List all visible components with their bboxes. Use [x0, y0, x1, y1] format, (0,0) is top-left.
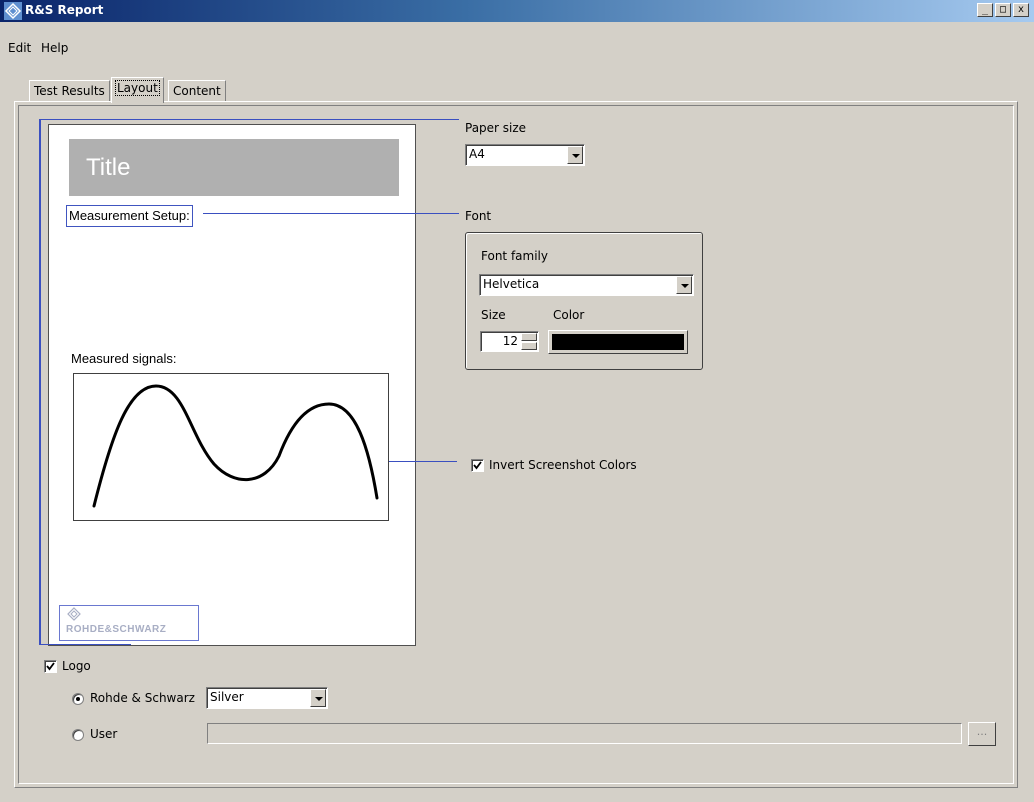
leader-line [39, 644, 131, 645]
checkmark-icon [46, 662, 55, 671]
spin-down-button[interactable] [521, 342, 537, 350]
rohde-schwarz-radio[interactable] [72, 693, 84, 705]
leader-line [389, 461, 457, 462]
tab-label: Test Results [34, 84, 105, 98]
preview-title: Title [86, 154, 131, 181]
tab-test-results[interactable]: Test Results [29, 80, 110, 102]
font-family-value: Helvetica [483, 277, 540, 291]
browse-button[interactable]: ... [968, 722, 996, 746]
tab-label: Content [173, 84, 221, 98]
font-family-select[interactable]: Helvetica [479, 274, 694, 296]
logo-variant-value: Silver [210, 690, 244, 704]
menu-help[interactable]: Help [41, 41, 68, 55]
logo-label: Logo [62, 659, 91, 673]
leader-line [39, 119, 41, 645]
user-logo-path-field[interactable] [207, 723, 962, 744]
app-icon [4, 2, 22, 20]
rohde-schwarz-logo-icon [67, 607, 81, 621]
checkmark-icon [473, 461, 482, 470]
preview-measurement-setup[interactable]: Measurement Setup: [66, 205, 193, 227]
signal-curve [92, 384, 379, 508]
font-color-button[interactable] [548, 330, 688, 354]
paper-size-select[interactable]: A4 [465, 144, 585, 166]
minimize-button[interactable]: _ [977, 3, 993, 17]
window-titlebar[interactable] [0, 0, 1034, 22]
font-section-label: Font [465, 209, 492, 223]
invert-colors-label: Invert Screenshot Colors [489, 458, 637, 472]
preview-logo-text: ROHDE&SCHWARZ [66, 624, 167, 635]
font-size-value: 12 [502, 334, 518, 348]
logo-checkbox[interactable] [44, 660, 57, 673]
paper-size-label: Paper size [465, 121, 527, 135]
spinner-buttons [521, 333, 537, 350]
tab-content[interactable]: Content [168, 80, 226, 102]
tab-label: Layout [115, 80, 160, 96]
font-size-label: Size [481, 308, 506, 322]
user-logo-label: User [90, 727, 118, 741]
menu-edit[interactable]: Edit [8, 41, 31, 55]
tab-layout[interactable]: Layout [111, 77, 164, 103]
preview-measured-signals: Measured signals: [71, 351, 177, 366]
rohde-schwarz-label: Rohde & Schwarz [90, 691, 195, 705]
spin-up-button[interactable] [521, 333, 537, 341]
user-logo-radio[interactable] [72, 729, 84, 741]
invert-colors-checkbox[interactable] [471, 459, 484, 472]
menu-bar [0, 22, 1034, 58]
maximize-button[interactable]: □ [995, 3, 1011, 17]
font-size-spinner[interactable]: 12 [480, 331, 539, 352]
window-title: R&S Report [25, 3, 104, 17]
leader-line [39, 119, 459, 120]
chevron-down-icon[interactable] [567, 146, 583, 164]
logo-variant-select[interactable]: Silver [206, 687, 328, 709]
paper-size-value: A4 [469, 147, 485, 161]
font-family-label: Font family [481, 249, 548, 263]
chevron-down-icon[interactable] [310, 689, 326, 707]
close-button[interactable]: x [1013, 3, 1029, 17]
preview-signal-plot[interactable] [73, 373, 389, 521]
chevron-down-icon[interactable] [676, 276, 692, 294]
leader-line [203, 213, 459, 214]
font-color-label: Color [553, 308, 585, 322]
font-color-swatch [552, 334, 684, 350]
